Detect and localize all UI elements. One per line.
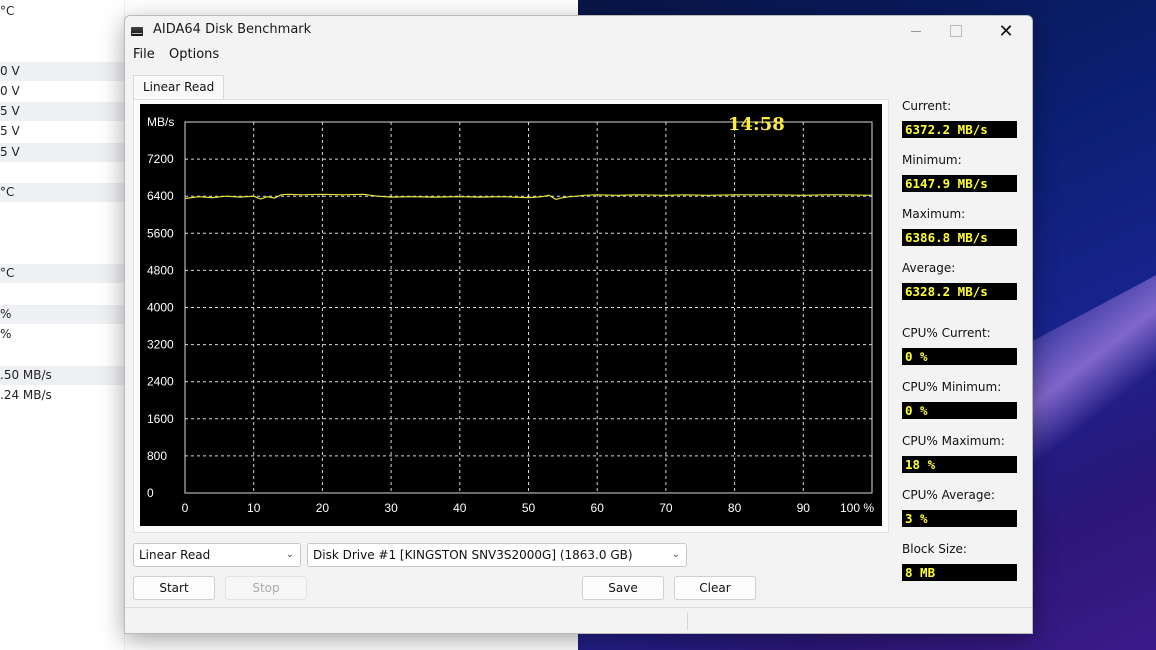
title-bar[interactable]: AIDA64 Disk Benchmark ✕ <box>125 16 1032 46</box>
background-row: °C <box>0 4 15 18</box>
background-row: .24 MB/s <box>0 388 52 402</box>
cpu-minimum-value: 0 % <box>902 402 1017 419</box>
x-tick-label: 90 <box>797 501 811 515</box>
clear-button[interactable]: Clear <box>674 576 756 600</box>
maximize-button[interactable] <box>933 16 979 46</box>
close-icon: ✕ <box>998 20 1014 42</box>
tab-linear-read[interactable]: Linear Read <box>133 75 225 100</box>
maximum-value: 6386.8 MB/s <box>902 229 1017 246</box>
cpu-maximum-label: CPU% Maximum: <box>902 434 1005 448</box>
background-row: °C <box>0 264 124 283</box>
chart-canvas: 720064005600480040003200240016008000MB/s… <box>147 115 874 515</box>
chevron-down-icon: ⌄ <box>671 549 680 560</box>
x-tick-label: 0 <box>182 501 189 515</box>
y-tick-label: 2400 <box>147 375 174 389</box>
y-tick-label: 4000 <box>147 301 174 315</box>
x-tick-label: 10 <box>247 501 261 515</box>
y-tick-label: 4800 <box>147 263 174 277</box>
average-value: 6328.2 MB/s <box>902 283 1017 300</box>
background-row: 0 V <box>0 62 124 81</box>
y-tick-label: 3200 <box>147 338 174 352</box>
y-tick-label: 6400 <box>147 189 174 203</box>
minimum-label: Minimum: <box>902 153 962 167</box>
background-row: % <box>0 305 124 324</box>
menu-file[interactable]: File <box>133 47 155 62</box>
start-button[interactable]: Start <box>133 576 215 600</box>
close-button[interactable]: ✕ <box>983 16 1029 46</box>
x-tick-label: 60 <box>591 501 605 515</box>
elapsed-time: 14:58 <box>728 114 785 135</box>
block-size-label: Block Size: <box>902 542 967 556</box>
save-button[interactable]: Save <box>582 576 664 600</box>
maximize-icon <box>950 25 962 37</box>
cpu-minimum-label: CPU% Minimum: <box>902 380 1002 394</box>
background-row: % <box>0 327 12 341</box>
average-label: Average: <box>902 261 956 275</box>
x-tick-label: 40 <box>453 501 467 515</box>
minimize-icon <box>911 30 921 32</box>
chevron-down-icon: ⌄ <box>285 549 294 560</box>
cpu-average-value: 3 % <box>902 510 1017 527</box>
cpu-current-label: CPU% Current: <box>902 326 991 340</box>
y-axis-label: MB/s <box>147 115 174 129</box>
window-title: AIDA64 Disk Benchmark <box>153 22 312 37</box>
background-row: 5 V <box>0 102 124 121</box>
y-tick-label: 800 <box>147 449 167 463</box>
drive-value: Disk Drive #1 [KINGSTON SNV3S2000G] (186… <box>313 548 633 562</box>
cpu-maximum-value: 18 % <box>902 456 1017 473</box>
drive-select[interactable]: Disk Drive #1 [KINGSTON SNV3S2000G] (186… <box>307 543 687 567</box>
background-row: 0 V <box>0 84 20 98</box>
background-row: 5 V <box>0 143 124 162</box>
block-size-value: 8 MB <box>902 564 1017 581</box>
status-separator <box>687 612 688 630</box>
maximum-label: Maximum: <box>902 207 966 221</box>
benchmark-window: AIDA64 Disk Benchmark ✕ File Options Lin… <box>124 15 1033 634</box>
x-tick-label: 20 <box>316 501 330 515</box>
minimum-value: 6147.9 MB/s <box>902 175 1017 192</box>
background-row: 5 V <box>0 124 20 138</box>
x-tick-label: 70 <box>659 501 673 515</box>
y-tick-label: 0 <box>147 486 154 500</box>
stop-button[interactable]: Stop <box>225 576 307 600</box>
y-tick-label: 5600 <box>147 226 174 240</box>
benchmark-chart: 7200 6400 5600 4800 4000 3200 2400 1600 800 0 MB/s… <box>140 104 882 526</box>
background-row: .50 MB/s <box>0 366 124 385</box>
background-row: °C <box>0 183 124 202</box>
current-value: 6372.2 MB/s <box>902 121 1017 138</box>
x-tick-label: 30 <box>384 501 398 515</box>
menu-bar: File Options <box>125 46 1032 66</box>
cpu-current-value: 0 % <box>902 348 1017 365</box>
cpu-average-label: CPU% Average: <box>902 488 995 502</box>
menu-options[interactable]: Options <box>169 47 219 62</box>
disk-drive-icon <box>131 27 143 36</box>
x-tick-label: 80 <box>728 501 742 515</box>
y-tick-label: 1600 <box>147 412 174 426</box>
x-tick-label: 50 <box>522 501 536 515</box>
x-tick-label: 100 % <box>840 501 874 515</box>
current-label: Current: <box>902 99 952 113</box>
status-bar <box>125 607 1032 632</box>
test-type-value: Linear Read <box>139 548 211 562</box>
test-type-select[interactable]: Linear Read ⌄ <box>133 543 301 567</box>
y-tick-label: 7200 <box>147 152 174 166</box>
